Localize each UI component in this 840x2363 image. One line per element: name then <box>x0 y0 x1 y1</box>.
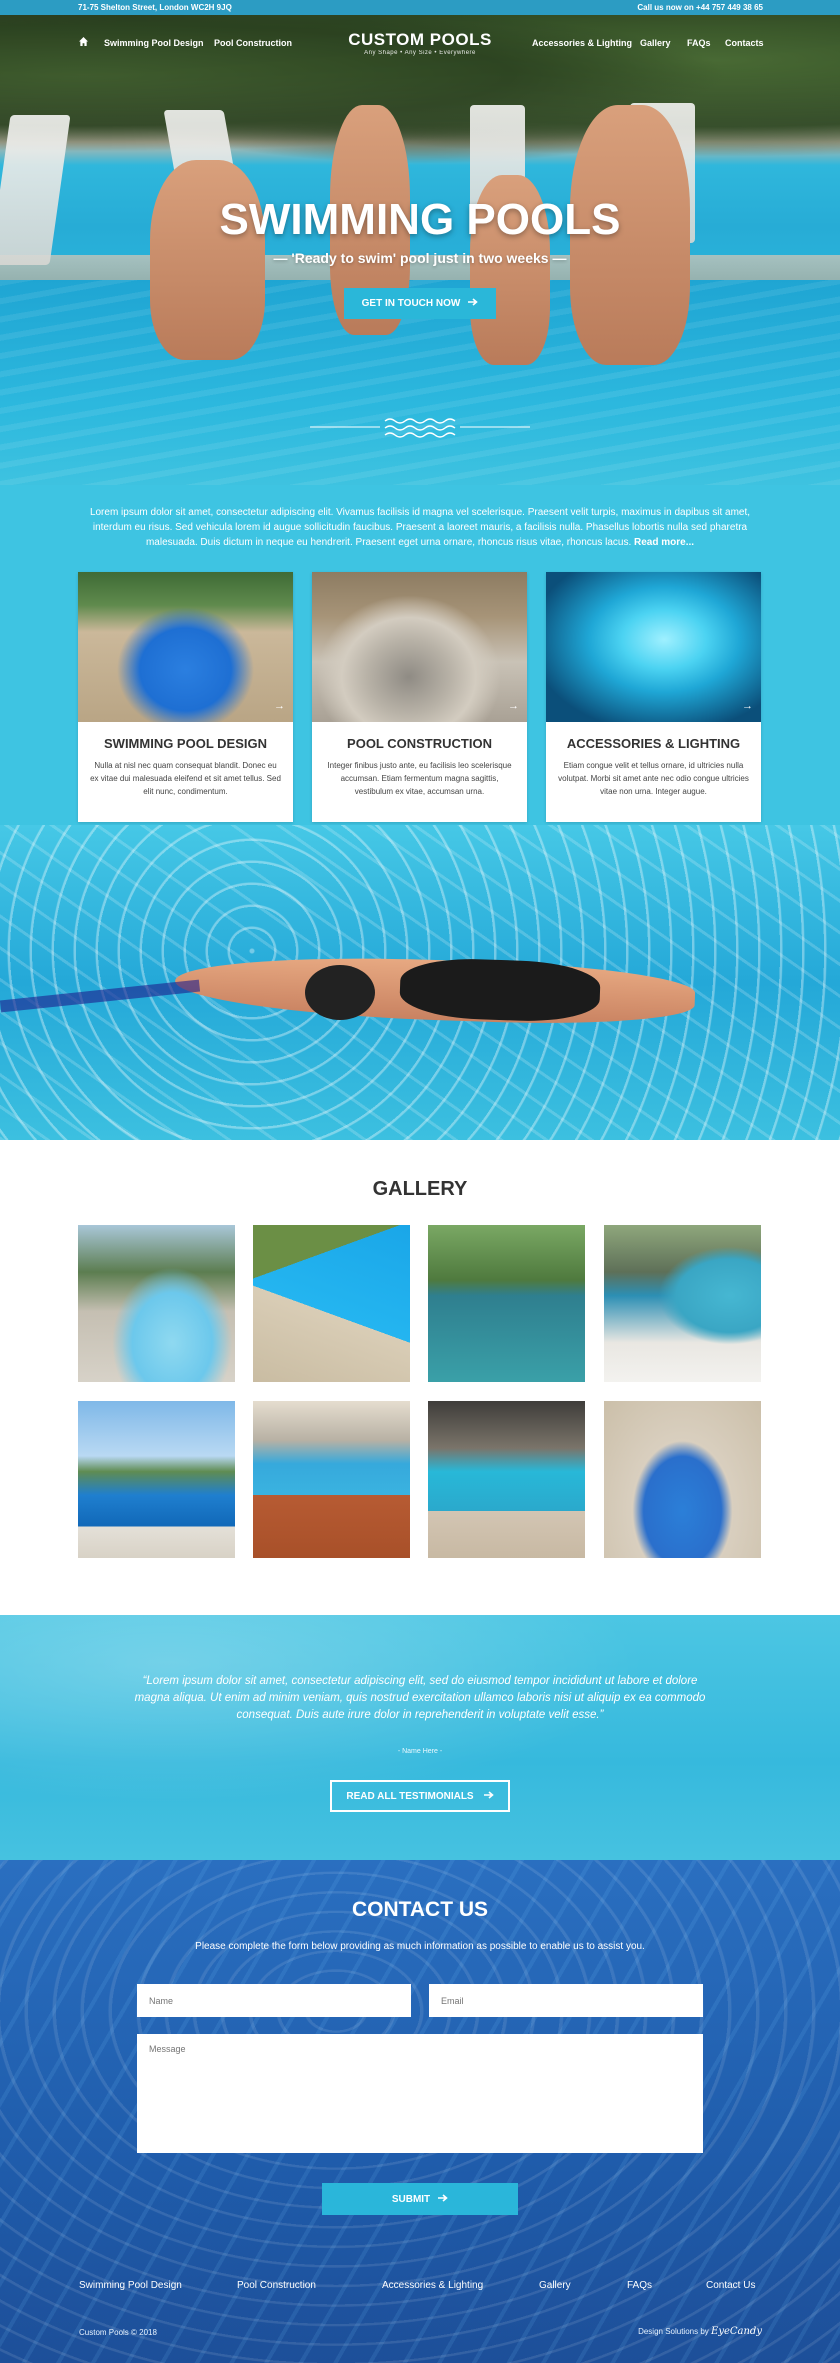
footer-nav: Swimming Pool Design Pool Construction A… <box>0 2280 840 2300</box>
gallery-image[interactable] <box>78 1225 235 1382</box>
swim-cap <box>305 965 375 1020</box>
contact-subtitle: Please complete the form below providing… <box>195 1941 645 1952</box>
testimonial-section <box>0 1615 840 1860</box>
service-photo <box>78 572 293 722</box>
hero-subtitle: — 'Ready to swim' pool just in two weeks… <box>273 250 567 266</box>
footer-link-swimming-pool-design[interactable]: Swimming Pool Design <box>79 2280 182 2291</box>
service-photo <box>312 572 527 722</box>
footer-link-gallery[interactable]: Gallery <box>539 2280 571 2291</box>
service-photo <box>546 572 761 722</box>
gallery-image[interactable] <box>428 1401 585 1558</box>
swimmer-banner <box>0 825 840 1140</box>
footer-link-accessories-lighting[interactable]: Accessories & Lighting <box>382 2280 483 2291</box>
intro-text: Lorem ipsum dolor sit amet, consectetur … <box>78 505 762 550</box>
get-in-touch-button[interactable]: GET IN TOUCH NOW <box>344 288 496 319</box>
get-in-touch-label: GET IN TOUCH NOW <box>361 298 461 309</box>
read-all-testimonials-label: READ ALL TESTIMONIALS <box>346 1790 474 1802</box>
service-title: ACCESSORIES & LIGHTING <box>566 736 741 751</box>
nav-link-accessories-lighting[interactable]: Accessories & Lighting <box>532 38 632 48</box>
gallery-image[interactable] <box>428 1225 585 1382</box>
read-all-testimonials-button[interactable]: READ ALL TESTIMONIALS <box>330 1780 510 1812</box>
arrow-right-icon[interactable]: → <box>274 700 285 712</box>
gallery-title: GALLERY <box>372 1178 468 1200</box>
lane-rope <box>0 979 201 1013</box>
arrow-right-icon[interactable]: → <box>508 700 519 712</box>
service-description: Etiam congue velit et tellus ornare, id … <box>558 761 749 796</box>
arrow-right-icon <box>438 2193 448 2205</box>
service-card-accessories-lighting[interactable]: → ACCESSORIES & LIGHTING Etiam congue ve… <box>546 572 761 822</box>
gallery-image[interactable] <box>78 1401 235 1558</box>
nav-link-contacts[interactable]: Contacts <box>725 38 764 48</box>
service-card-pool-construction[interactable]: → POOL CONSTRUCTION Integer finibus just… <box>312 572 527 822</box>
credit-brand: EyeCandy <box>711 2326 762 2337</box>
design-credit[interactable]: Design Solutions by EyeCandy <box>638 2326 762 2337</box>
nav-link-swimming-pool-design[interactable]: Swimming Pool Design <box>104 38 204 48</box>
top-bar: 71-75 Shelton Street, London WC2H 9JQ Ca… <box>0 0 840 15</box>
gallery-image[interactable] <box>604 1225 761 1382</box>
arrow-right-icon <box>483 1790 494 1802</box>
submit-label: SUBMIT <box>391 2193 431 2205</box>
credit-label: Design Solutions by <box>638 2327 709 2336</box>
hero-title: SWIMMING POOLS <box>219 195 621 244</box>
read-more-link[interactable]: Read more... <box>634 537 694 548</box>
footer-link-pool-construction[interactable]: Pool Construction <box>237 2280 316 2291</box>
service-description: Integer finibus justo ante, eu facilisis… <box>327 761 512 796</box>
service-card-pool-design[interactable]: → SWIMMING POOL DESIGN Nulla at nisl nec… <box>78 572 293 822</box>
footer-link-contact-us[interactable]: Contact Us <box>706 2280 755 2291</box>
home-icon[interactable] <box>79 37 88 46</box>
service-description: Nulla at nisl nec quam consequat blandit… <box>90 761 281 796</box>
service-title: SWIMMING POOL DESIGN <box>104 736 267 751</box>
name-input[interactable] <box>137 1984 411 2017</box>
logo-title: CUSTOM POOLS <box>348 30 492 49</box>
nav-link-pool-construction[interactable]: Pool Construction <box>214 38 292 48</box>
testimonial-quote: “Lorem ipsum dolor sit amet, consectetur… <box>134 1675 706 1721</box>
address-text: 71-75 Shelton Street, London WC2H 9JQ <box>78 3 232 12</box>
site-logo[interactable]: CUSTOM POOLS Any Shape • Any Size • Ever… <box>340 30 500 56</box>
submit-button[interactable]: SUBMIT <box>322 2183 518 2215</box>
nav-link-gallery[interactable]: Gallery <box>640 38 671 48</box>
footer-link-faqs[interactable]: FAQs <box>627 2280 652 2291</box>
copyright-text: Custom Pools © 2018 <box>79 2328 157 2337</box>
waves-divider-icon <box>310 415 530 441</box>
message-textarea[interactable] <box>137 2034 703 2153</box>
arrow-right-icon[interactable]: → <box>742 700 753 712</box>
arrow-right-icon <box>468 298 479 309</box>
phone-text[interactable]: Call us now on +44 757 449 38 65 <box>637 3 763 12</box>
service-title: POOL CONSTRUCTION <box>347 736 492 751</box>
nav-link-faqs[interactable]: FAQs <box>687 38 711 48</box>
gallery-image[interactable] <box>604 1401 761 1558</box>
email-input[interactable] <box>429 1984 703 2017</box>
main-nav: Swimming Pool Design Pool Construction C… <box>0 22 840 62</box>
logo-tagline: Any Shape • Any Size • Everywhere <box>364 50 476 56</box>
contact-title: CONTACT US <box>351 1898 489 1921</box>
testimonial-author: - Name Here - <box>397 1748 443 1755</box>
gallery-image[interactable] <box>253 1401 410 1558</box>
gallery-image[interactable] <box>253 1225 410 1382</box>
